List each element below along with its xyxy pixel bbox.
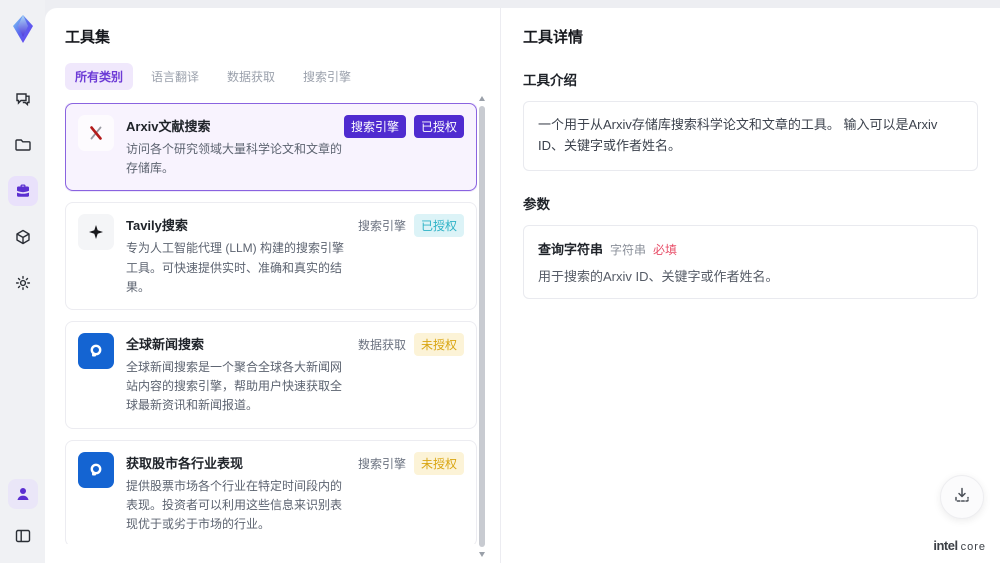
app-sidebar <box>0 0 45 563</box>
tab-search-engine[interactable]: 搜索引擎 <box>293 63 361 90</box>
tools-panel: 工具集 所有类别 语言翻译 数据获取 搜索引擎 Arxiv文献搜索 访问各个研究… <box>45 8 500 563</box>
package-icon <box>13 227 33 247</box>
stock-sector-logo-icon <box>78 451 114 488</box>
intel-wordmark: intel <box>933 538 958 553</box>
core-wordmark: core <box>960 541 986 553</box>
tavily-logo-icon <box>78 214 114 251</box>
intel-core-logo: intel core <box>933 538 986 553</box>
tool-card-arxiv[interactable]: Arxiv文献搜索 访问各个研究领域大量科学论文和文章的存储库。 搜索引擎 已授… <box>65 103 477 192</box>
arxiv-logo-icon <box>78 115 114 151</box>
parameter-type: 字符串 <box>610 242 647 257</box>
tool-description: 访问各个研究领域大量科学论文和文章的存储库。 <box>126 142 343 176</box>
scroll-down-arrow-icon[interactable] <box>479 552 485 557</box>
page-title: 工具集 <box>65 29 111 46</box>
auth-status-badge: 已授权 <box>413 214 464 238</box>
details-title: 工具详情 <box>523 29 584 46</box>
category-badge: 搜索引擎 <box>343 115 406 138</box>
sidebar-item-chat[interactable] <box>8 84 38 114</box>
app-logo-icon <box>6 12 40 46</box>
chat-icon <box>13 89 33 109</box>
sidebar-item-settings[interactable] <box>8 268 38 298</box>
tool-card-sector-performance[interactable]: 获取股市各行业表现 提供股票市场各个行业在特定时间段内的表现。投资者可以利用这些… <box>65 439 477 544</box>
tab-data-fetch[interactable]: 数据获取 <box>217 63 285 90</box>
main-content: 工具集 所有类别 语言翻译 数据获取 搜索引擎 Arxiv文献搜索 访问各个研究… <box>45 8 1000 563</box>
tool-list: Arxiv文献搜索 访问各个研究领域大量科学论文和文章的存储库。 搜索引擎 已授… <box>65 103 477 544</box>
tool-description: 全球新闻搜索是一个聚合全球各大新闻网站内容的搜索引擎，帮助用户快速获取全球最新资… <box>126 359 343 413</box>
category-badge: 数据获取 <box>357 337 406 352</box>
parameter-item: 查询字符串 字符串 必填 用于搜索的Arxiv ID、关键字或作者姓名。 <box>523 224 978 299</box>
parameter-description: 用于搜索的Arxiv ID、关键字或作者姓名。 <box>538 268 779 284</box>
auth-status-badge: 已授权 <box>413 115 464 138</box>
tab-all-categories[interactable]: 所有类别 <box>65 63 134 90</box>
tool-intro-text: 一个用于从Arxiv存储库搜索科学论文和文章的工具。 输入可以是Arxiv ID… <box>523 101 978 171</box>
auth-status-badge: 未授权 <box>413 451 464 475</box>
tab-language-translation[interactable]: 语言翻译 <box>141 63 209 90</box>
folder-icon <box>13 135 33 155</box>
sidebar-item-files[interactable] <box>8 130 38 160</box>
news-search-logo-icon <box>78 332 114 369</box>
category-badge: 搜索引擎 <box>357 456 406 471</box>
scroll-up-arrow-icon[interactable] <box>479 96 485 101</box>
tool-card-tavily[interactable]: Tavily搜索 专为人工智能代理 (LLM) 构建的搜索引擎工具。可快速提供实… <box>65 202 477 310</box>
panel-toggle-icon <box>13 526 33 546</box>
tool-description: 专为人工智能代理 (LLM) 构建的搜索引擎工具。可快速提供实时、准确和真实的结… <box>126 241 345 294</box>
toolbox-icon <box>13 181 33 201</box>
download-button[interactable] <box>940 475 984 519</box>
tool-details-panel: 工具详情 工具介绍 一个用于从Arxiv存储库搜索科学论文和文章的工具。 输入可… <box>500 8 1000 563</box>
sidebar-item-models[interactable] <box>8 222 38 252</box>
tool-list-scrollbar[interactable] <box>477 96 487 557</box>
tool-description: 提供股票市场各个行业在特定时间段内的表现。投资者可以利用这些信息来识别表现优于或… <box>126 478 343 531</box>
user-icon <box>14 485 32 503</box>
tool-card-global-news[interactable]: 全球新闻搜索 全球新闻搜索是一个聚合全球各大新闻网站内容的搜索引擎，帮助用户快速… <box>65 320 477 429</box>
sidebar-item-account[interactable] <box>7 479 38 509</box>
auth-status-badge: 未授权 <box>413 332 464 356</box>
scrollbar-thumb[interactable] <box>479 106 485 547</box>
tool-name: 全球新闻搜索 <box>126 336 205 352</box>
tool-name: Arxiv文献搜索 <box>126 119 211 134</box>
category-tabs: 所有类别 语言翻译 数据获取 搜索引擎 <box>65 63 500 90</box>
category-badge: 搜索引擎 <box>357 219 406 234</box>
intro-heading: 工具介绍 <box>523 73 577 88</box>
sidebar-collapse-button[interactable] <box>8 521 38 551</box>
tool-name: Tavily搜索 <box>126 218 188 234</box>
sidebar-item-tools[interactable] <box>7 176 38 206</box>
gear-icon <box>13 273 33 293</box>
params-heading: 参数 <box>523 196 550 212</box>
parameter-name: 查询字符串 <box>538 241 604 257</box>
parameter-required-badge: 必填 <box>653 242 678 257</box>
tool-name: 获取股市各行业表现 <box>126 455 244 471</box>
download-icon <box>952 485 972 510</box>
